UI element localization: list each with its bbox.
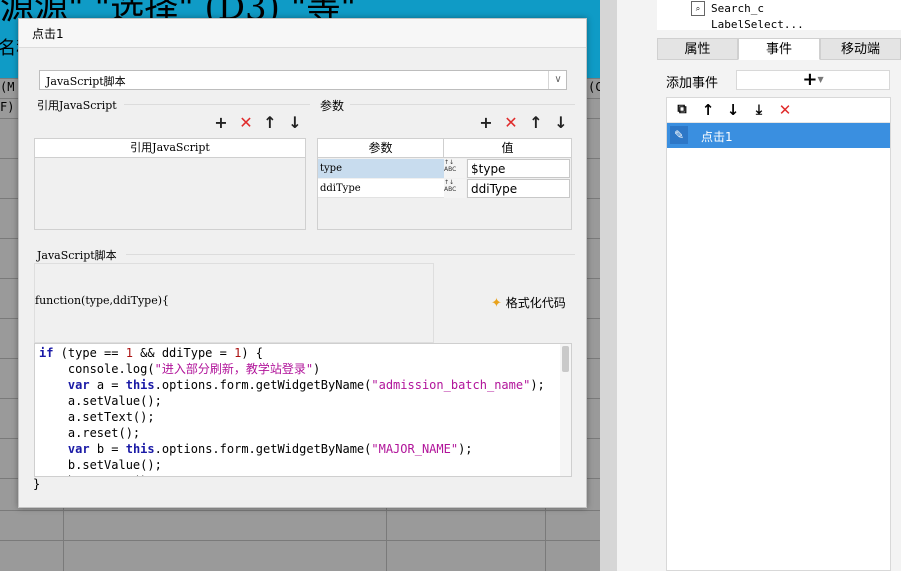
grid-line [0,540,600,541]
grid-line [0,510,600,511]
add-icon[interactable]: + [478,115,494,131]
add-event-dropdown[interactable]: +▼ [736,70,890,90]
code-editor[interactable]: if (type == 1 && ddiType = 1) { console.… [34,343,572,477]
dialog-title: 点击1 [32,27,64,41]
background-cell-text: F) [0,100,15,114]
params-section-label: 参数 [320,99,345,113]
param-name-cell[interactable]: type [318,159,444,178]
value-column-header: 值 [444,139,571,158]
move-bottom-icon[interactable]: ⤓ [750,100,768,120]
edit-pencil-icon: ✎ [670,126,688,144]
action-type-value: JavaScript脚本 [46,75,126,88]
code-line: if (type == 1 && ddiType = 1) { [39,346,264,360]
splitter[interactable] [600,0,617,571]
params-column-header: 参数 [318,139,444,158]
arrow-up-icon[interactable]: ↑ [262,115,278,131]
code-line: b.setValue(); [39,458,162,472]
broom-icon: ✦ [491,296,502,311]
ref-js-column-header: 引用JavaScript [35,139,305,158]
function-signature: function(type,ddiType){ [35,294,170,307]
code-line: a.setText(); [39,410,155,424]
code-scrollbar-thumb[interactable] [562,346,569,372]
code-lines: if (type == 1 && ddiType = 1) { console.… [39,345,559,476]
add-event-label: 添加事件 [666,76,719,91]
function-closing-brace: } [33,477,41,491]
chevron-down-icon: ▼ [817,75,824,84]
code-line: var a = this.options.form.getWidgetByNam… [67,378,545,392]
divider [350,104,575,105]
script-section-label: JavaScript脚本 [37,249,117,262]
copy-icon[interactable]: ⧉ [673,100,691,120]
background-cell-text: (C [588,80,600,94]
arrow-down-icon[interactable]: ↓ [724,100,742,120]
background-cell-text: (M [0,80,15,94]
chevron-down-icon[interactable]: ∨ [548,71,567,89]
format-code-button[interactable]: ✦ 格式化代码 [491,294,566,311]
ref-js-section-label: 引用JavaScript [37,99,117,112]
arrow-down-icon[interactable]: ↓ [287,115,303,131]
arrow-up-icon[interactable]: ↑ [699,100,717,120]
tree-item[interactable]: LabelSelect... [711,18,804,28]
divider [126,254,575,255]
param-value-field[interactable]: $type [467,159,570,178]
tab-properties[interactable]: 属性 [657,38,738,60]
divider [124,104,310,105]
arrow-up-icon[interactable]: ↑ [528,115,544,131]
event-item-label: 点击1 [701,130,733,144]
type-abc-icon[interactable]: ↑↓ ABC [444,159,466,178]
param-name-cell[interactable]: ddiType [318,179,444,198]
tab-mobile[interactable]: 移动端 [820,38,901,60]
code-line: b.setText(); [39,473,559,476]
code-line: a.reset(); [39,426,141,440]
param-value-field[interactable]: ddiType [467,179,570,198]
arrow-down-icon[interactable]: ↓ [553,115,569,131]
dialog-titlebar[interactable] [19,19,586,48]
code-line: console.log("进入部分刷新，教学站登录") [39,362,321,376]
tree-item[interactable]: Search_c [711,2,764,15]
tab-events[interactable]: 事件 [738,38,820,60]
file-search-icon: ⌕ [691,1,705,16]
event-list [666,97,891,571]
add-icon[interactable]: + [213,115,229,131]
delete-icon[interactable]: ✕ [503,115,519,131]
plus-icon: + [802,69,818,90]
delete-icon[interactable]: ✕ [238,115,254,131]
type-abc-icon[interactable]: ↑↓ ABC [444,179,466,198]
code-line: var b = this.options.form.getWidgetByNam… [67,442,473,456]
code-line: a.setValue(); [39,394,162,408]
delete-icon[interactable]: ✕ [776,100,794,120]
format-code-label: 格式化代码 [505,296,566,310]
